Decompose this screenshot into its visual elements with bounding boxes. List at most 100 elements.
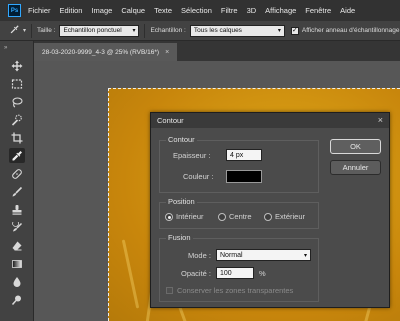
chevron-down-icon: ▾ — [132, 28, 136, 34]
sampling-ring-checkbox[interactable]: ✓ — [290, 26, 299, 35]
opacity-unit: % — [259, 269, 266, 278]
chevron-down-icon: ▾ — [23, 28, 27, 34]
ok-button[interactable]: OK — [330, 139, 381, 154]
menu-selection[interactable]: Sélection — [181, 6, 212, 15]
healing-brush-tool[interactable] — [9, 166, 25, 181]
history-brush-icon — [12, 221, 23, 231]
sample-select[interactable]: Tous les calques ▾ — [189, 24, 285, 37]
gradient-tool[interactable] — [9, 256, 25, 271]
contour-group: Contour Epaisseur : 4 px Couleur : — [159, 135, 319, 193]
lasso-tool[interactable] — [9, 94, 25, 109]
tools-panel: » — [0, 41, 34, 321]
sample-label: Echantillon : — [150, 27, 186, 34]
eyedropper-icon — [9, 24, 20, 37]
menu-image[interactable]: Image — [91, 6, 112, 15]
eyedropper-tool[interactable] — [9, 148, 25, 163]
menu-3d[interactable]: 3D — [247, 6, 257, 15]
eraser-icon — [12, 241, 22, 250]
width-input-value: 4 px — [230, 151, 244, 159]
contour-group-title: Contour — [166, 135, 197, 144]
brush-tool[interactable] — [9, 184, 25, 199]
tool-preset-picker[interactable]: ▾ — [9, 24, 26, 37]
bandage-icon — [12, 168, 22, 179]
quick-selection-tool[interactable] — [9, 112, 25, 127]
document-tab[interactable]: 28-03-2020-9999_4-3 @ 25% (RVB/16*) × — [34, 43, 177, 61]
dialog-titlebar[interactable]: Contour × — [151, 113, 389, 128]
mode-select[interactable]: Normal ▾ — [216, 249, 311, 261]
menu-fenetre[interactable]: Fenêtre — [305, 6, 331, 15]
fusion-group-title: Fusion — [166, 233, 193, 242]
radio-button[interactable] — [218, 213, 226, 221]
menu-edition[interactable]: Edition — [60, 6, 83, 15]
marquee-tool[interactable] — [9, 76, 25, 91]
marquee-icon — [11, 78, 23, 89]
document-tab-bar: 28-03-2020-9999_4-3 @ 25% (RVB/16*) × — [34, 41, 400, 61]
opacity-input[interactable]: 100 — [216, 267, 254, 279]
eyedropper-icon — [12, 150, 22, 160]
mode-label: Mode : — [188, 251, 211, 260]
position-option-exterieur[interactable]: Extérieur — [264, 212, 316, 223]
position-group-title: Position — [166, 197, 197, 206]
history-brush-tool[interactable] — [9, 220, 25, 235]
cancel-button[interactable]: Annuler — [330, 160, 381, 175]
brush-icon — [12, 186, 23, 196]
crop-icon — [11, 132, 23, 143]
opacity-input-value: 100 — [220, 269, 232, 277]
opacity-label: Opacité : — [181, 269, 212, 278]
options-divider — [31, 23, 33, 38]
droplet-icon — [13, 276, 21, 287]
crop-tool[interactable] — [9, 130, 25, 145]
menu-calque[interactable]: Calque — [121, 6, 145, 15]
preserve-transparency-label: Conserver les zones transparentes — [177, 286, 294, 295]
menu-texte[interactable]: Texte — [154, 6, 172, 15]
clone-stamp-tool[interactable] — [9, 202, 25, 217]
dodge-icon — [11, 295, 21, 305]
photoshop-logo[interactable]: Ps — [8, 4, 21, 17]
position-option-label: Extérieur — [275, 212, 306, 221]
blur-tool[interactable] — [9, 274, 25, 289]
preserve-transparency-checkbox[interactable] — [166, 287, 173, 294]
stroke-dialog: Contour × Contour Epaisseur : 4 px Coule… — [150, 112, 390, 308]
menu-fichier[interactable]: Fichier — [28, 6, 51, 15]
stamp-icon — [12, 204, 22, 215]
dodge-tool[interactable] — [9, 292, 25, 307]
width-label: Epaisseur : — [173, 151, 211, 160]
sample-select-value: Tous les calques — [193, 27, 242, 34]
position-option-label: Intérieur — [176, 212, 204, 221]
quick-selection-icon — [11, 114, 22, 126]
document-tab-title: 28-03-2020-9999_4-3 @ 25% (RVB/16*) — [42, 48, 160, 56]
menu-filtre[interactable]: Filtre — [221, 6, 238, 15]
chevron-down-icon: ▾ — [277, 28, 281, 34]
position-option-interieur[interactable]: Intérieur — [165, 212, 215, 223]
menu-affichage[interactable]: Affichage — [265, 6, 296, 15]
size-label: Taille : — [37, 27, 56, 34]
position-option-centre[interactable]: Centre — [218, 212, 258, 223]
options-divider — [144, 23, 146, 38]
close-icon[interactable]: × — [165, 49, 169, 56]
sampling-ring-label: Afficher anneau d'échantillonnage — [301, 27, 400, 34]
gradient-icon — [12, 259, 22, 268]
position-option-label: Centre — [229, 212, 252, 221]
wheat-stalk — [121, 239, 140, 309]
move-icon — [11, 60, 23, 71]
color-swatch[interactable] — [226, 170, 262, 183]
fusion-group: Fusion Mode : Normal ▾ Opacité : 100 % C… — [159, 233, 319, 302]
preserve-transparency-option[interactable]: Conserver les zones transparentes — [166, 286, 316, 296]
color-label: Couleur : — [183, 172, 214, 181]
dialog-title: Contour — [157, 116, 184, 125]
close-icon[interactable]: × — [378, 116, 383, 125]
chevron-down-icon: ▾ — [303, 252, 307, 259]
size-select[interactable]: Echantillon ponctuel ▾ — [59, 24, 140, 37]
radio-button-selected[interactable] — [165, 213, 173, 221]
width-input[interactable]: 4 px — [226, 149, 262, 161]
position-group: Position Intérieur Centre Extérieur — [159, 197, 319, 229]
mode-select-value: Normal — [220, 251, 243, 259]
lasso-icon — [12, 96, 23, 107]
toolbar-collapse-handle[interactable]: » — [4, 45, 7, 51]
eraser-tool[interactable] — [9, 238, 25, 253]
move-tool[interactable] — [9, 58, 25, 73]
options-bar: ▾ Taille : Echantillon ponctuel ▾ Echant… — [0, 21, 400, 41]
menu-aide[interactable]: Aide — [340, 6, 355, 15]
size-select-value: Echantillon ponctuel — [63, 27, 122, 34]
radio-button[interactable] — [264, 213, 272, 221]
